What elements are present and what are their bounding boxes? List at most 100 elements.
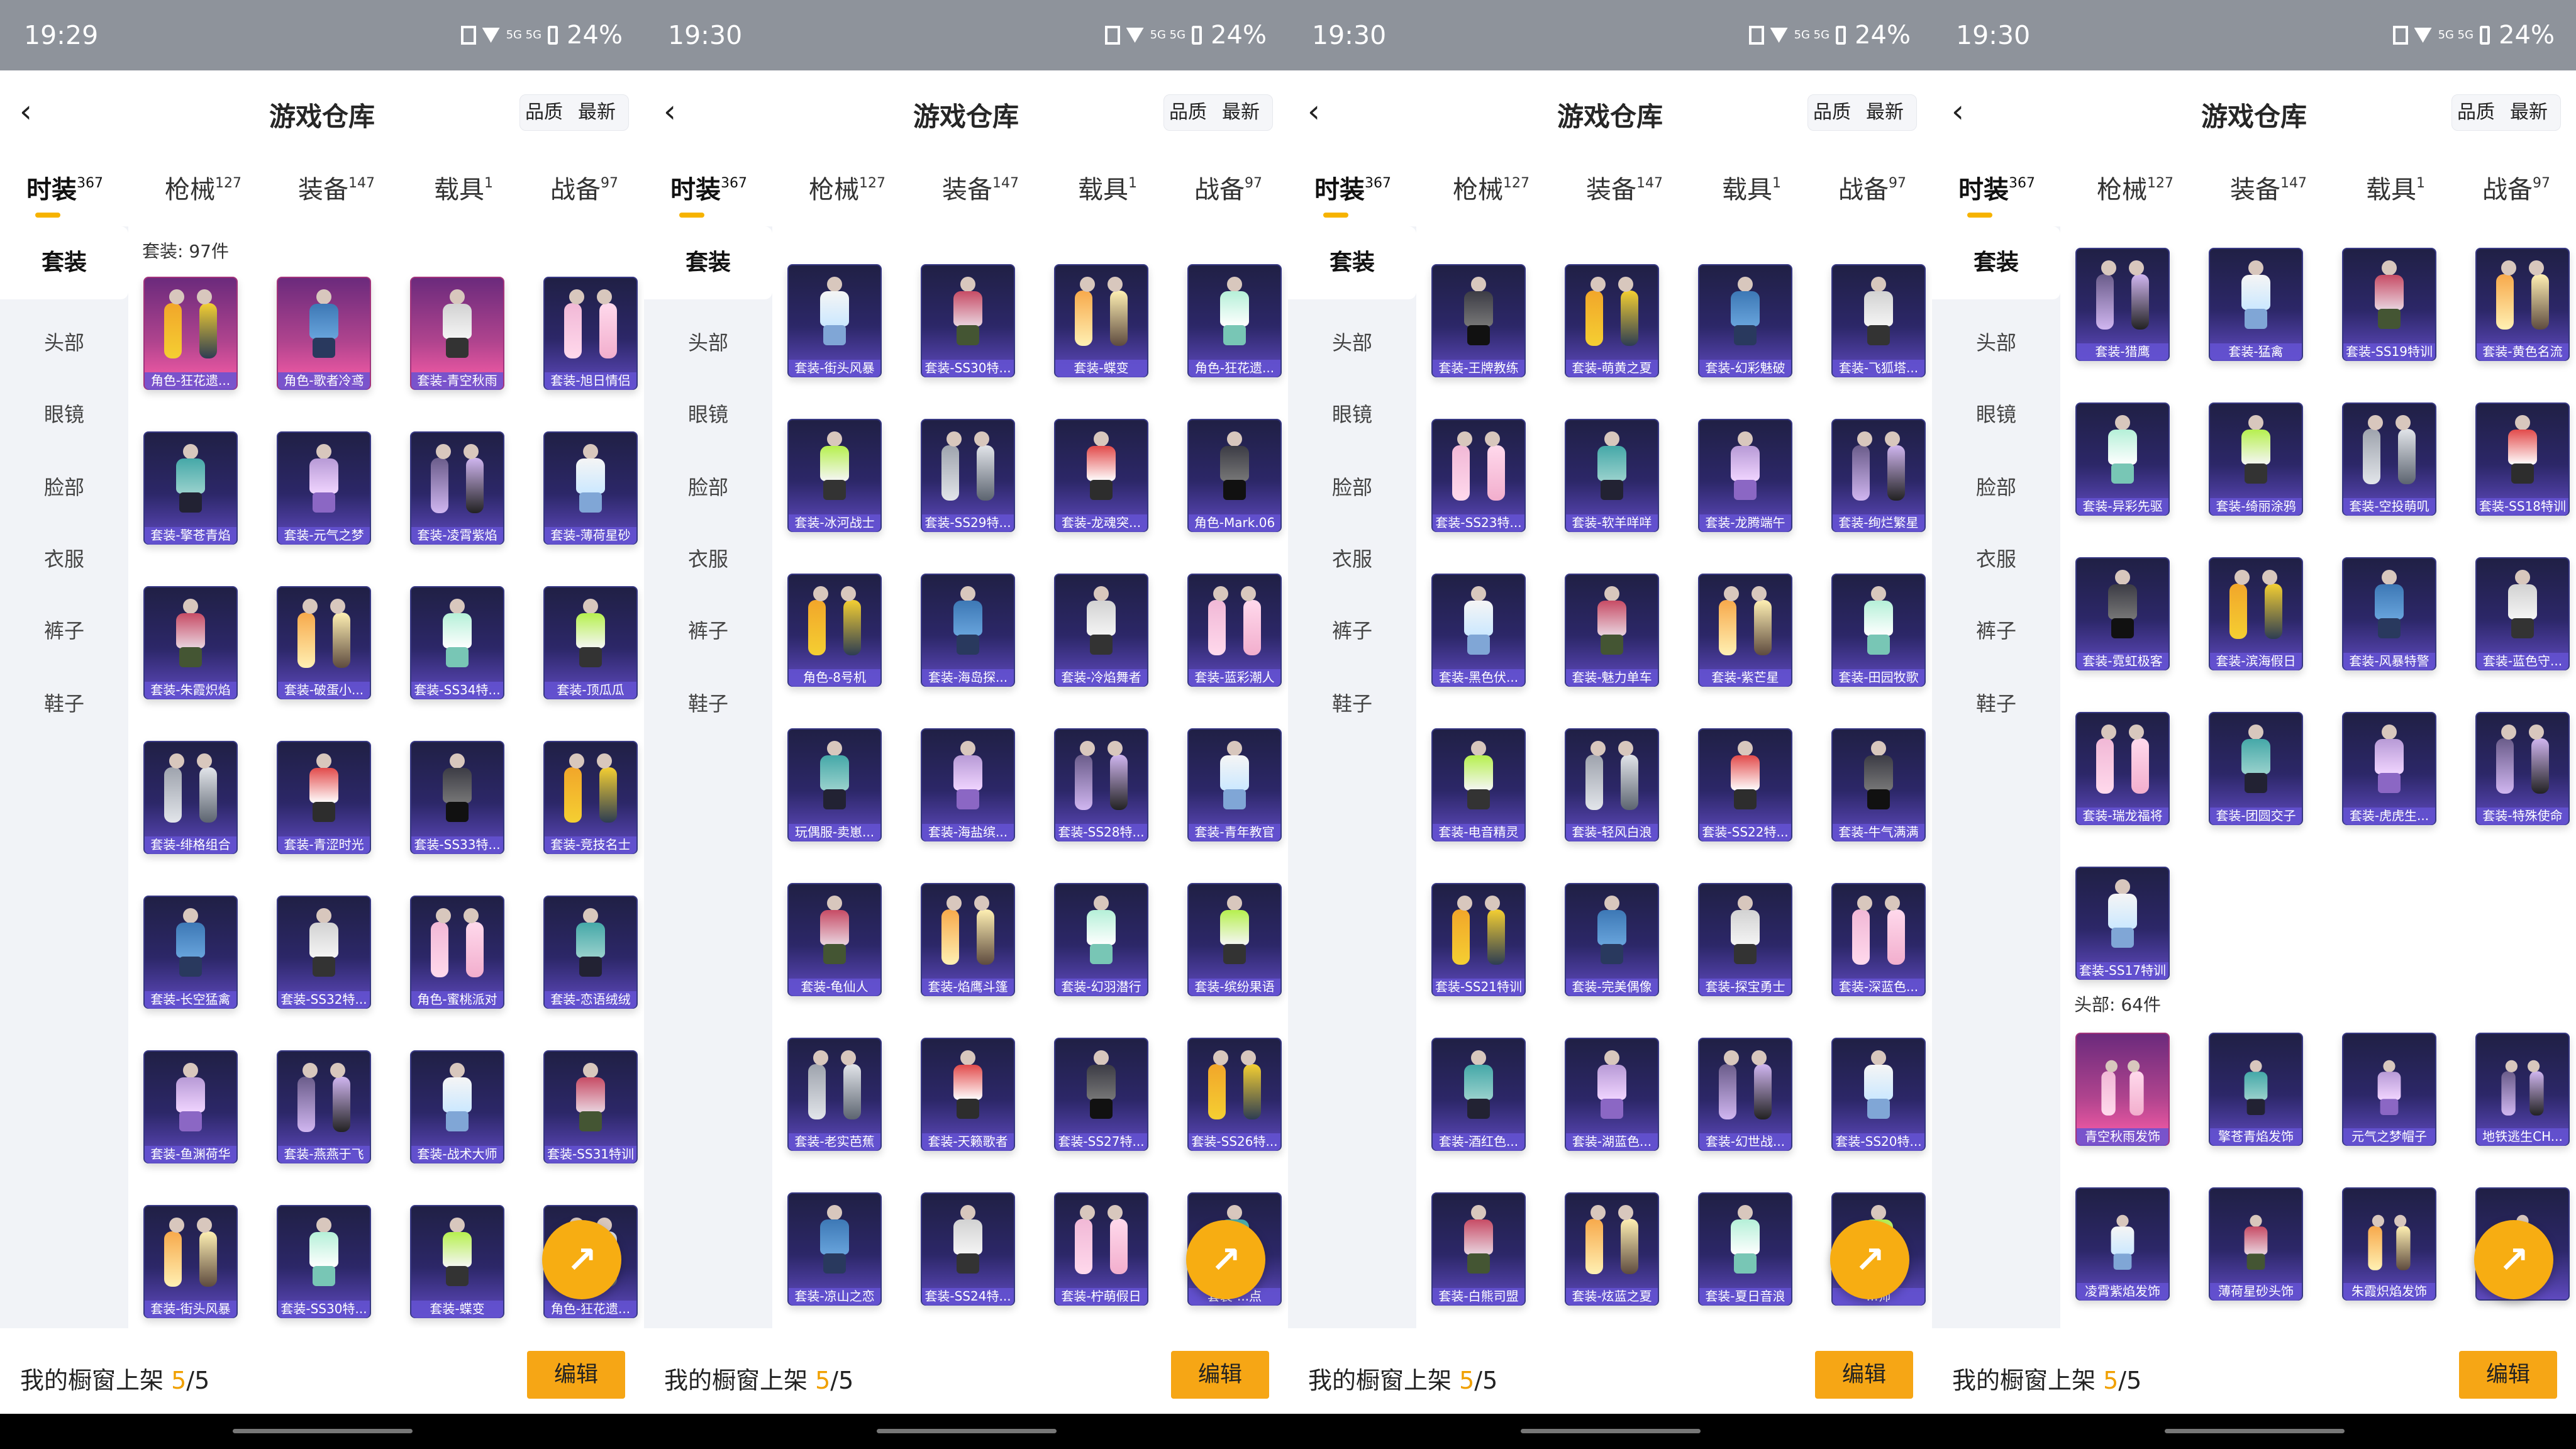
item-card[interactable]: 套装-SS21特训 — [1431, 883, 1526, 996]
item-card[interactable]: 套装-青涩时光 — [277, 741, 371, 854]
sidebar-item-6[interactable]: 鞋子 — [1932, 688, 2060, 719]
item-card[interactable]: 套装-SS17特训 — [2075, 867, 2170, 980]
item-card[interactable]: 套装-海盐缤... — [921, 728, 1015, 841]
tab-category[interactable]: 载具1 — [2366, 174, 2425, 206]
item-card[interactable]: 套装-SS22特... — [1698, 728, 1792, 841]
sort-toggle[interactable]: 品质最新 — [1807, 94, 1917, 131]
item-card[interactable]: 朱霞炽焰发饰 — [2342, 1187, 2436, 1301]
item-card[interactable]: 套装-炫蓝之夏 — [1565, 1192, 1659, 1306]
item-card[interactable]: 套装-元气之梦 — [277, 431, 371, 545]
item-card[interactable]: 套装-幻羽潜行 — [1054, 883, 1148, 996]
sidebar-item-4[interactable]: 衣服 — [1288, 543, 1416, 575]
item-card[interactable]: 套装-幻世战... — [1698, 1038, 1792, 1151]
item-card[interactable]: 套装-SS31特训 — [543, 1050, 638, 1163]
sort-quality[interactable]: 品质 — [1169, 95, 1207, 130]
sidebar-item-4[interactable]: 衣服 — [644, 543, 772, 575]
item-card[interactable]: 套装-青年教官 — [1187, 728, 1282, 841]
edit-button[interactable]: 编辑 — [1815, 1351, 1913, 1399]
sidebar-item-6[interactable]: 鞋子 — [0, 688, 128, 719]
tab-category[interactable]: 战备97 — [2482, 174, 2550, 206]
item-card[interactable]: 套装-黄色名流 — [2475, 248, 2570, 361]
item-card[interactable]: 套装-绚烂繁星 — [1831, 419, 1926, 532]
share-icon[interactable]: ↗ — [542, 1220, 621, 1299]
sidebar-item-2[interactable]: 眼镜 — [1288, 399, 1416, 430]
item-card[interactable]: 套装-蝶变 — [410, 1205, 504, 1318]
item-card[interactable]: 套装-冷焰舞者 — [1054, 574, 1148, 687]
item-card[interactable]: 套装-长空猛禽 — [143, 896, 238, 1009]
edit-button[interactable]: 编辑 — [1171, 1351, 1269, 1399]
sidebar-item-3[interactable]: 脸部 — [1288, 472, 1416, 503]
item-card[interactable]: 套装-缤纷果语 — [1187, 883, 1282, 996]
chevron-left-icon[interactable]: ‹ — [657, 94, 683, 128]
item-card[interactable]: 套装-绯格组合 — [143, 741, 238, 854]
sidebar-item-0[interactable]: 套装 — [644, 226, 772, 299]
item-card[interactable]: 套装-SS29特... — [921, 419, 1015, 532]
item-card[interactable]: 套装-SS20特... — [1831, 1038, 1926, 1151]
item-card[interactable]: 套装-异彩先驱 — [2075, 402, 2170, 516]
item-card[interactable]: 套装-SS26特... — [1187, 1038, 1282, 1151]
sidebar-item-0[interactable]: 套装 — [0, 226, 128, 299]
tab-category[interactable]: 战备97 — [1838, 174, 1906, 206]
tab-fashion[interactable]: 时装367 — [26, 174, 103, 206]
home-indicator[interactable] — [1521, 1429, 1701, 1433]
tab-category[interactable]: 装备147 — [1586, 174, 1663, 206]
home-indicator[interactable] — [2165, 1429, 2345, 1433]
item-card[interactable]: 青空秋雨发饰 — [2075, 1033, 2170, 1146]
item-card[interactable]: 套装-瑞龙福将 — [2075, 712, 2170, 825]
tab-category[interactable]: 装备147 — [942, 174, 1019, 206]
item-card[interactable]: 套装-竞技名士 — [543, 741, 638, 854]
item-card[interactable]: 套装-街头风暴 — [143, 1205, 238, 1318]
item-card[interactable]: 套装-绮丽涂鸦 — [2209, 402, 2303, 516]
item-card[interactable]: 套装-SS27特... — [1054, 1038, 1148, 1151]
item-card[interactable]: 套装-空投萌叽 — [2342, 402, 2436, 516]
item-card[interactable]: 套装-霓虹极客 — [2075, 557, 2170, 670]
item-card[interactable]: 套装-团圆交子 — [2209, 712, 2303, 825]
tab-fashion[interactable]: 时装367 — [1958, 174, 2035, 206]
item-card[interactable]: 套装-SS23特... — [1431, 419, 1526, 532]
sidebar-item-2[interactable]: 眼镜 — [1932, 399, 2060, 430]
home-indicator[interactable] — [233, 1429, 413, 1433]
item-card[interactable]: 角色-狂花遗... — [143, 277, 238, 390]
item-card[interactable]: 套装-完美偶像 — [1565, 883, 1659, 996]
sort-toggle[interactable]: 品质最新 — [519, 94, 629, 131]
sidebar-item-4[interactable]: 衣服 — [1932, 543, 2060, 575]
sidebar-item-6[interactable]: 鞋子 — [644, 688, 772, 719]
item-card[interactable]: 套装-海岛探... — [921, 574, 1015, 687]
item-card[interactable]: 套装-电音精灵 — [1431, 728, 1526, 841]
edit-button[interactable]: 编辑 — [527, 1351, 625, 1399]
item-card[interactable]: 套装-老实芭蕉 — [787, 1038, 882, 1151]
item-card[interactable]: 套装-特殊使命 — [2475, 712, 2570, 825]
item-card[interactable]: 套装-黑色伏... — [1431, 574, 1526, 687]
item-card[interactable]: 套装-滨海假日 — [2209, 557, 2303, 670]
sort-quality[interactable]: 品质 — [1813, 95, 1851, 130]
item-card[interactable]: 玩偶服-卖崽... — [787, 728, 882, 841]
item-card[interactable]: 套装-白熊司盟 — [1431, 1192, 1526, 1306]
home-indicator[interactable] — [877, 1429, 1057, 1433]
item-card[interactable]: 套装-风暴特警 — [2342, 557, 2436, 670]
chevron-left-icon[interactable]: ‹ — [13, 94, 39, 128]
tab-category[interactable]: 枪械127 — [809, 174, 886, 206]
item-card[interactable]: 套装-探宝勇士 — [1698, 883, 1792, 996]
tab-category[interactable]: 战备97 — [550, 174, 618, 206]
item-card[interactable]: 薄荷星砂头饰 — [2209, 1187, 2303, 1301]
item-card[interactable]: 地铁逃生CH... — [2475, 1033, 2570, 1146]
tab-category[interactable]: 载具1 — [1078, 174, 1137, 206]
item-card[interactable]: 套装-冰河战士 — [787, 419, 882, 532]
item-card[interactable]: 套装-旭日情侣 — [543, 277, 638, 390]
sidebar-item-1[interactable]: 头部 — [1288, 327, 1416, 358]
item-card[interactable]: 套装-龙腾端午 — [1698, 419, 1792, 532]
item-card[interactable]: 套装-街头风暴 — [787, 264, 882, 377]
tab-fashion[interactable]: 时装367 — [1314, 174, 1391, 206]
sidebar-item-2[interactable]: 眼镜 — [0, 399, 128, 430]
item-card[interactable]: 套装-王牌教练 — [1431, 264, 1526, 377]
item-card[interactable]: 套装-蓝色守... — [2475, 557, 2570, 670]
item-card[interactable]: 角色-蜜桃派对 — [410, 896, 504, 1009]
share-icon[interactable]: ↗ — [2474, 1220, 2553, 1299]
sidebar-item-5[interactable]: 裤子 — [644, 615, 772, 647]
sidebar-item-5[interactable]: 裤子 — [1288, 615, 1416, 647]
tab-fashion[interactable]: 时装367 — [670, 174, 747, 206]
sort-quality[interactable]: 品质 — [525, 95, 563, 130]
item-card[interactable]: 套装-凌霄紫焰 — [410, 431, 504, 545]
item-card[interactable]: 套装-柠萌假日 — [1054, 1192, 1148, 1306]
item-card[interactable]: 套装-紫芒星 — [1698, 574, 1792, 687]
